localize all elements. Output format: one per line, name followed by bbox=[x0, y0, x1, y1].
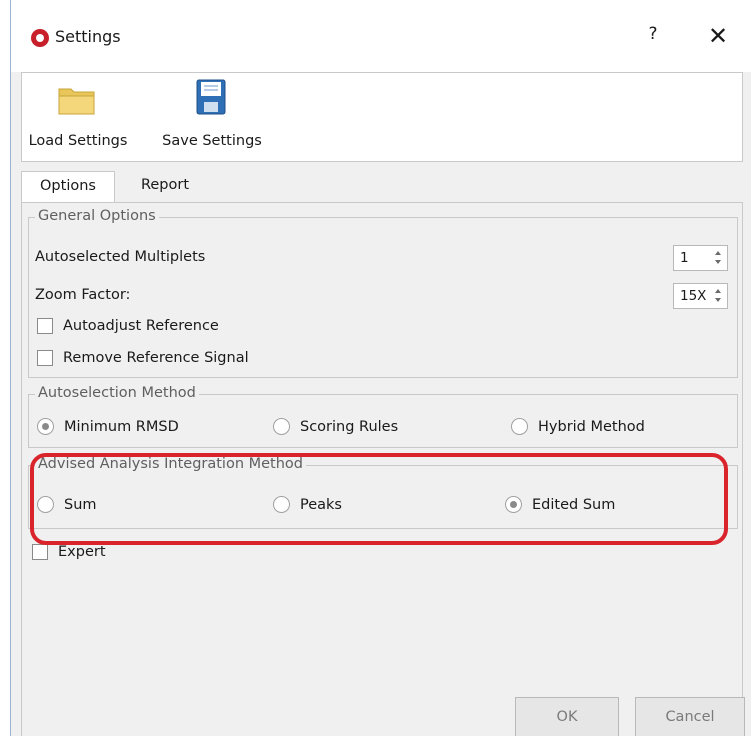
spin-arrows-icon[interactable] bbox=[713, 286, 723, 306]
save-settings-label: Save Settings bbox=[162, 133, 262, 149]
remove-reference-signal-checkbox[interactable]: Remove Reference Signal bbox=[37, 350, 249, 366]
app-logo-icon bbox=[31, 29, 49, 47]
radio-dot-selected[interactable] bbox=[37, 418, 54, 435]
cancel-button[interactable]: Cancel bbox=[635, 697, 745, 736]
remove-reference-signal-label: Remove Reference Signal bbox=[63, 350, 249, 366]
tab-options[interactable]: Options bbox=[21, 171, 115, 203]
folder-icon bbox=[58, 88, 95, 115]
tab-report[interactable]: Report bbox=[125, 171, 205, 203]
help-button[interactable]: ? bbox=[641, 24, 665, 50]
load-settings-button[interactable]: Load Settings bbox=[24, 73, 132, 161]
radio-dot[interactable] bbox=[511, 418, 528, 435]
expert-label: Expert bbox=[58, 544, 106, 560]
highlight-annotation bbox=[30, 453, 728, 545]
radio-dot[interactable] bbox=[273, 418, 290, 435]
general-options-group: General Options Autoselected Multiplets … bbox=[28, 208, 738, 378]
autoadjust-reference-label: Autoadjust Reference bbox=[63, 318, 219, 334]
toolbar: Load Settings Save Settings bbox=[21, 72, 743, 162]
minimum-rmsd-label: Minimum RMSD bbox=[64, 418, 179, 435]
window-title: Settings bbox=[55, 27, 121, 46]
floppy-disk-icon bbox=[196, 79, 226, 115]
scoring-rules-label: Scoring Rules bbox=[300, 418, 399, 435]
spin-arrows-icon[interactable] bbox=[713, 248, 723, 268]
title-bar: Settings ? ✕ bbox=[11, 0, 751, 72]
zoom-factor-label: Zoom Factor: bbox=[35, 287, 131, 303]
multiplets-value: 1 bbox=[680, 250, 689, 266]
ok-button[interactable]: OK bbox=[515, 697, 619, 736]
radio-minimum-rmsd[interactable]: Minimum RMSD bbox=[37, 418, 179, 435]
multiplets-spinbox[interactable]: 1 bbox=[673, 245, 728, 271]
settings-dialog: Settings ? ✕ Load Settings Save Settings… bbox=[10, 0, 751, 736]
general-options-legend: General Options bbox=[35, 208, 159, 224]
close-button[interactable]: ✕ bbox=[701, 21, 735, 51]
load-settings-label: Load Settings bbox=[28, 133, 128, 149]
radio-hybrid-method[interactable]: Hybrid Method bbox=[511, 418, 645, 435]
checkbox-box[interactable] bbox=[32, 544, 48, 560]
autoselection-method-group: Autoselection Method Minimum RMSD Scorin… bbox=[28, 385, 738, 448]
checkbox-box[interactable] bbox=[37, 318, 53, 334]
autoselection-method-legend: Autoselection Method bbox=[35, 385, 199, 401]
checkbox-box[interactable] bbox=[37, 350, 53, 366]
radio-scoring-rules[interactable]: Scoring Rules bbox=[273, 418, 398, 435]
hybrid-method-label: Hybrid Method bbox=[538, 418, 645, 435]
autoselected-multiplets-label: Autoselected Multiplets bbox=[35, 249, 206, 265]
save-settings-button[interactable]: Save Settings bbox=[160, 73, 264, 161]
zoom-factor-spinbox[interactable]: 15X bbox=[673, 283, 728, 309]
zoom-factor-value: 15X bbox=[680, 288, 707, 304]
autoadjust-reference-checkbox[interactable]: Autoadjust Reference bbox=[37, 318, 219, 334]
expert-checkbox[interactable]: Expert bbox=[32, 544, 106, 560]
